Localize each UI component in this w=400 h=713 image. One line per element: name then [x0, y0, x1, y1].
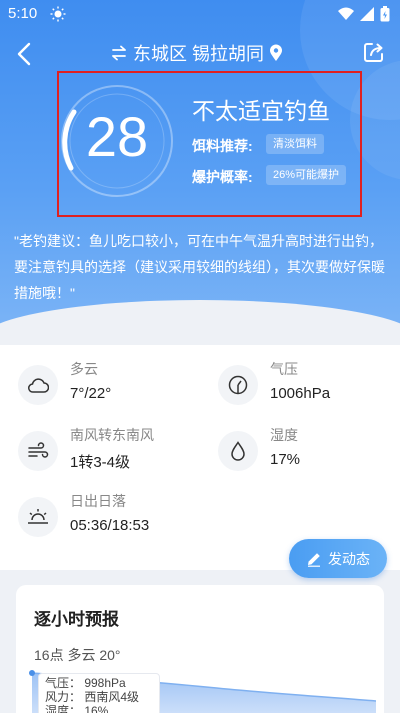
location-selector[interactable]: 东城区 锡拉胡同 [110, 40, 283, 66]
water-drop-icon [218, 431, 258, 471]
location-name: 东城区 锡拉胡同 [133, 44, 265, 64]
condition-label: 多云 [70, 361, 98, 377]
pressure-gauge-icon [218, 365, 258, 405]
wind-level: 1转3-4级 [70, 454, 131, 471]
wind-icon [18, 431, 58, 471]
sunrise-icon [18, 497, 58, 537]
tooltip-humidity: 湿度： 16% [45, 704, 109, 713]
humidity-value: 17% [270, 451, 301, 468]
signal-icon [360, 7, 374, 21]
navigation-bar: 东城区 锡拉胡同 [0, 34, 400, 74]
cloud-icon [18, 365, 58, 405]
map-pin-icon [270, 44, 283, 61]
status-bar: 5:10 [0, 0, 400, 30]
humidity-label: 湿度 [270, 427, 298, 443]
temperature-range: 7°/22° [70, 385, 112, 402]
tooltip-pressure: 气压： 998hPa [45, 676, 126, 690]
highlight-box [57, 71, 362, 217]
post-update-label: 发动态 [328, 550, 370, 567]
fishing-advice: "老钓建议：鱼儿吃口较小，可在中午气温升高时进行出钓，要注意钓具的选择（建议采用… [14, 233, 385, 301]
tooltip-wind: 风力： 西南风4级 [45, 690, 140, 704]
sun-icon [50, 6, 66, 22]
hourly-title: 逐小时预报 [34, 610, 119, 629]
sunrise-label: 日出日落 [70, 493, 126, 509]
post-update-button[interactable]: 发动态 [289, 539, 387, 578]
share-icon[interactable] [362, 40, 386, 64]
hourly-tooltip: 气压： 998hPa 风力： 西南风4级 湿度： 16% [38, 673, 160, 713]
weather-info-panel: 多云 7°/22° 气压 1006hPa 南风转东南风 1转3-4级 湿度 17… [0, 345, 400, 570]
hourly-summary: 16点 多云 20° [34, 647, 121, 663]
back-arrow-icon[interactable] [12, 40, 38, 68]
switch-arrows-icon [112, 45, 126, 61]
status-time: 5:10 [8, 5, 38, 22]
pressure-value: 1006hPa [270, 385, 331, 402]
selected-point [29, 670, 35, 676]
pressure-label: 气压 [270, 361, 298, 377]
hero-wave [0, 300, 400, 340]
sunrise-value: 05:36/18:53 [70, 517, 150, 534]
pencil-icon [308, 552, 320, 567]
battery-icon [380, 6, 390, 22]
hourly-forecast-card: 逐小时预报 16点 多云 20° 气压： 998hPa 风力： 西南风4级 湿度… [16, 585, 384, 713]
wifi-icon [338, 7, 354, 20]
wind-direction: 南风转东南风 [70, 427, 154, 443]
